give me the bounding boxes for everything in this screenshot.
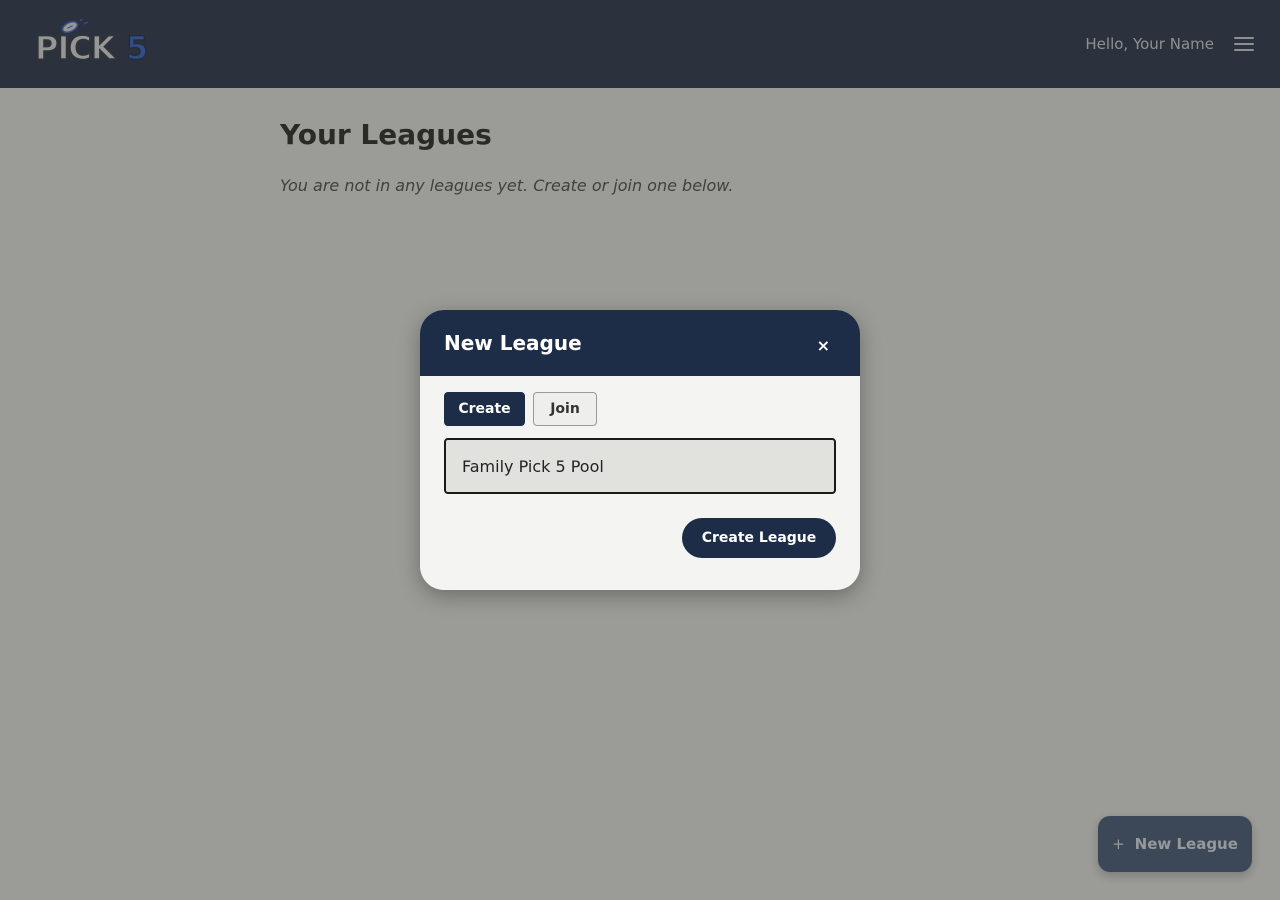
modal-header: New League × xyxy=(420,310,860,376)
create-league-button[interactable]: Create League xyxy=(682,518,836,558)
league-name-input[interactable] xyxy=(444,438,836,494)
new-league-modal: New League × Create Join Create League xyxy=(420,310,860,590)
modal-tabs: Create Join xyxy=(444,392,836,426)
modal-body: Create Join Create League xyxy=(420,376,860,558)
modal-actions: Create League xyxy=(444,518,836,558)
modal-title: New League xyxy=(444,331,582,355)
tab-join[interactable]: Join xyxy=(533,392,597,426)
tab-create[interactable]: Create xyxy=(444,392,525,426)
close-icon[interactable]: × xyxy=(817,336,830,355)
